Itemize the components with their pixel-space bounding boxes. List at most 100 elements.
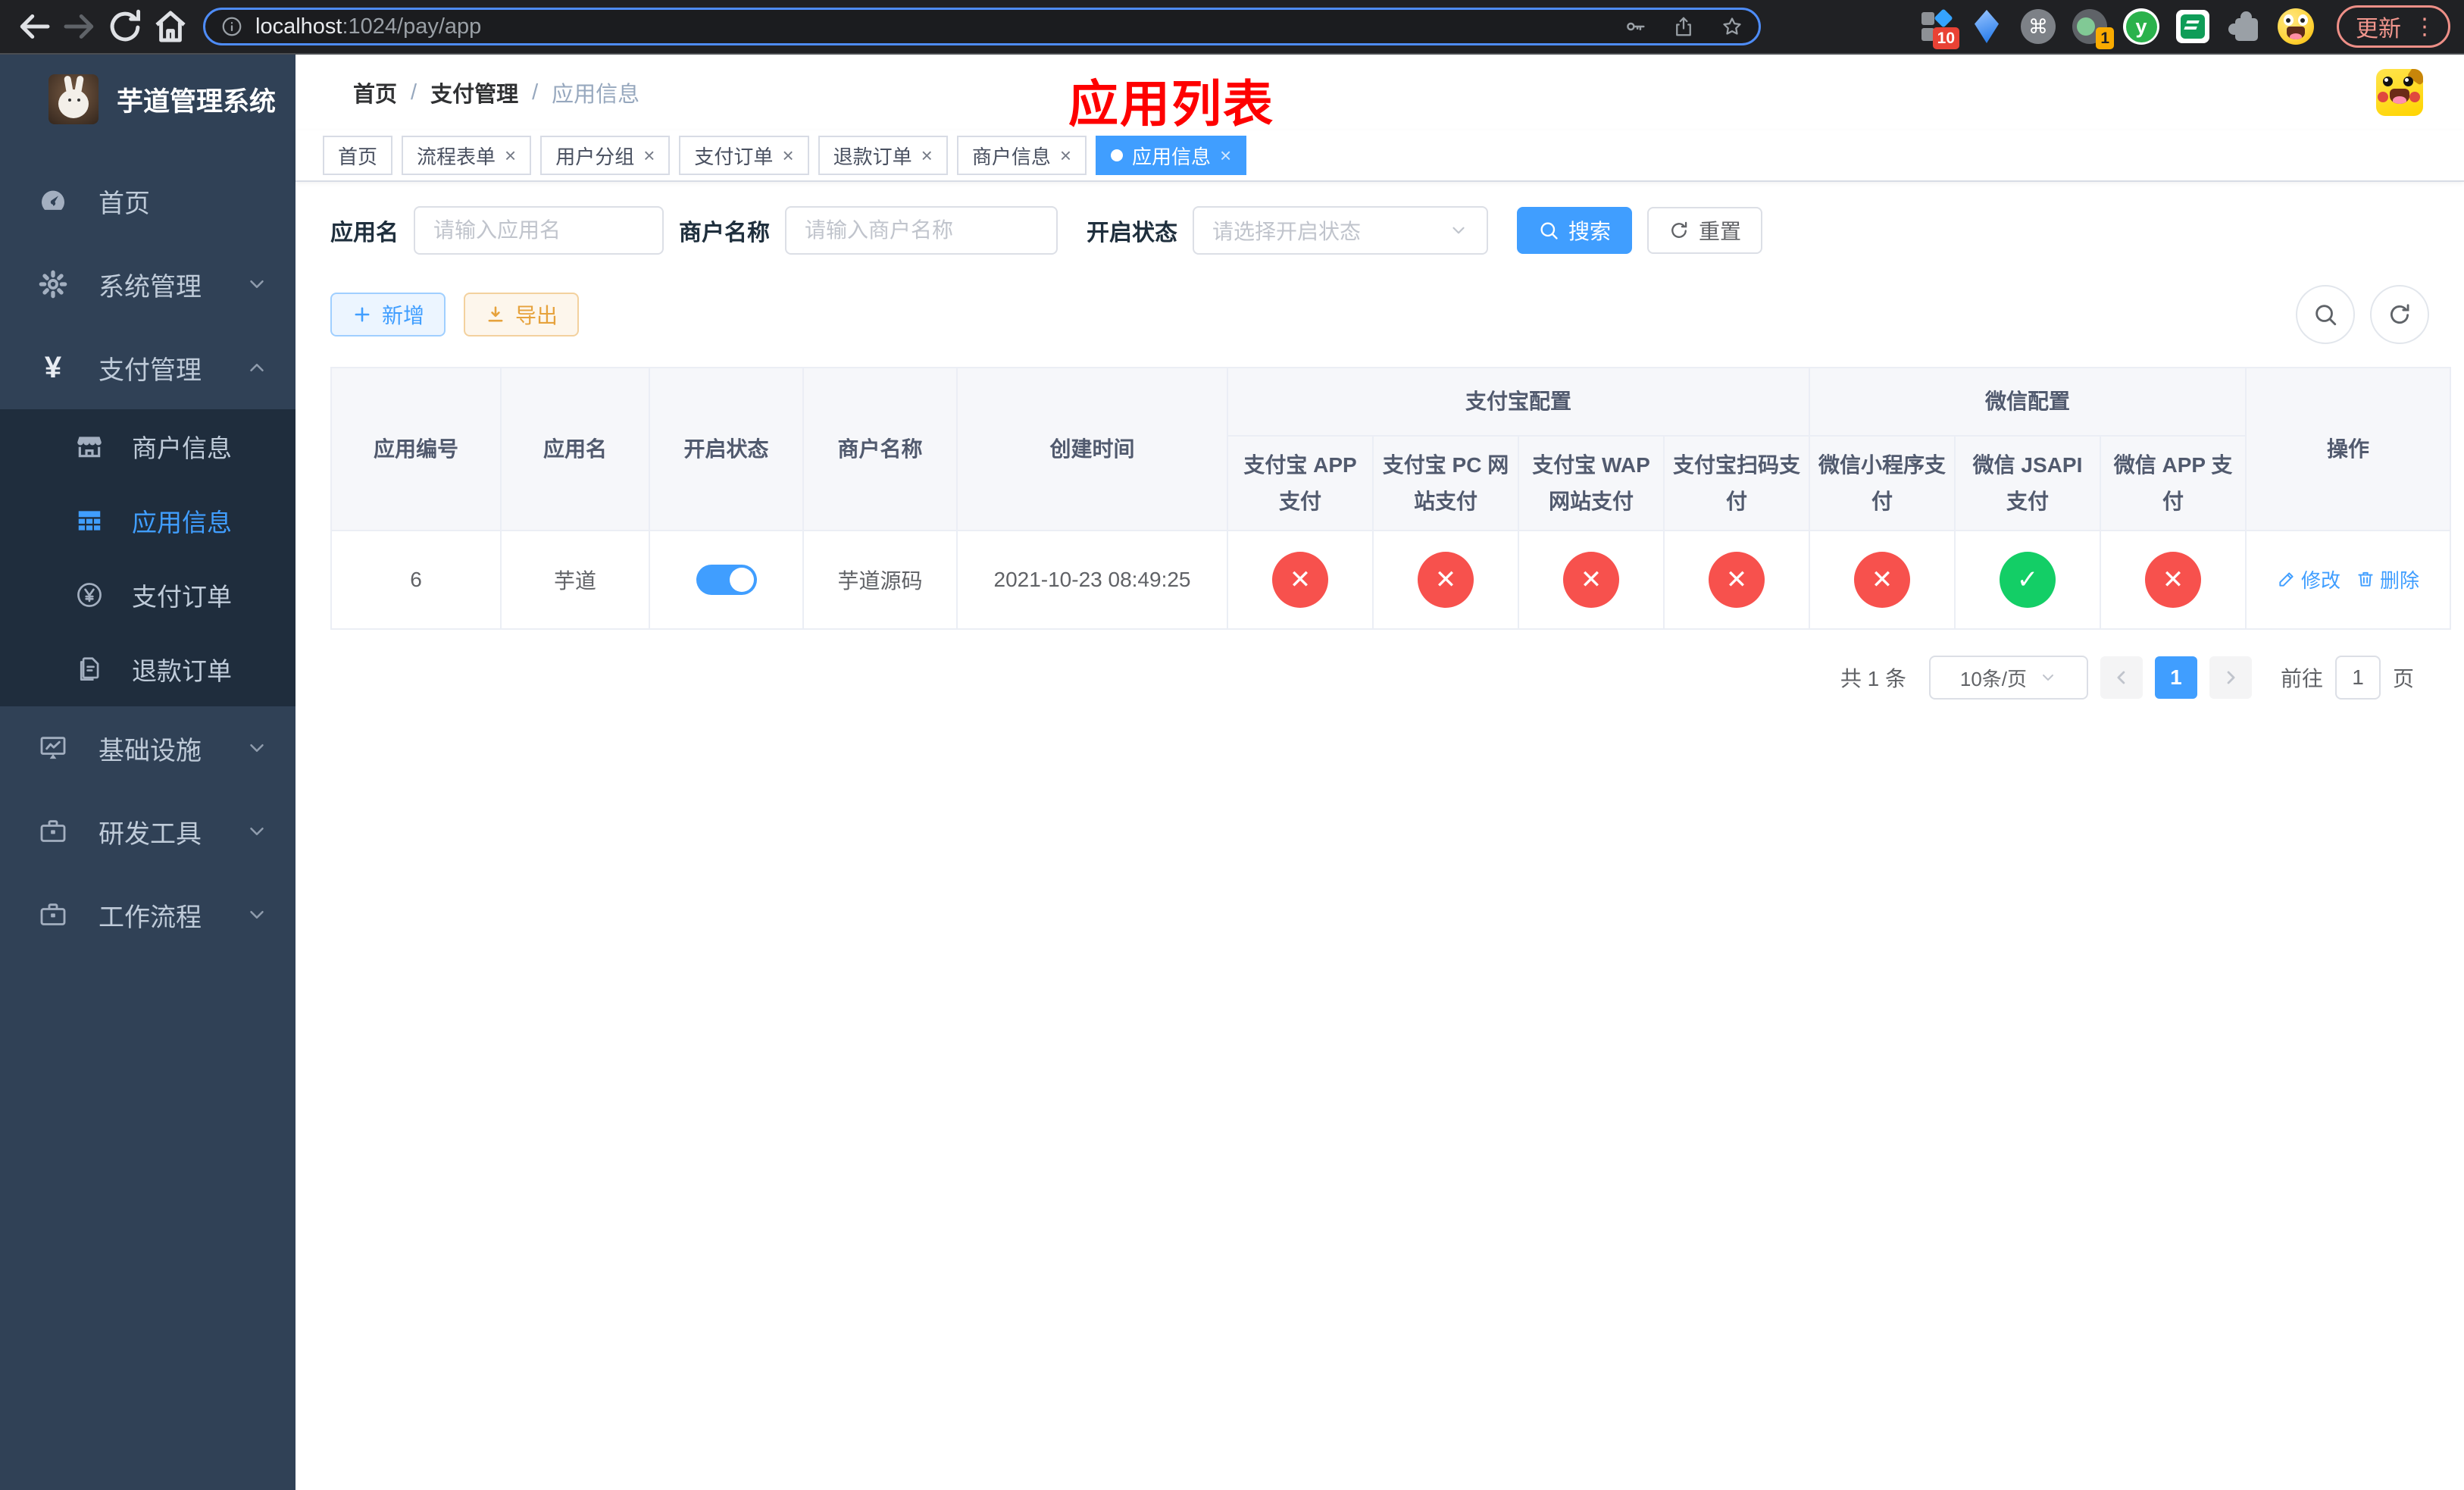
- chevron-right-icon: [2220, 667, 2241, 688]
- sidebar-item-退款订单[interactable]: 退款订单: [0, 632, 295, 706]
- app-name-input[interactable]: [414, 206, 664, 255]
- next-page-button[interactable]: [2209, 656, 2252, 699]
- tab-close-icon[interactable]: ×: [921, 146, 933, 165]
- decor: 芋道管理系统 首页 系统管理 ¥ 支付管理 商户信息 应用信息 支付订单 退款订单 基础设施 研发…: [0, 55, 2464, 1490]
- tab-流程表单[interactable]: 流程表单 ×: [402, 136, 532, 175]
- toggle-search-button[interactable]: [2296, 285, 2355, 344]
- home-icon[interactable]: [150, 6, 191, 47]
- tab-商户信息[interactable]: 商户信息 ×: [956, 136, 1087, 175]
- bookmark-star-icon[interactable]: [1721, 15, 1743, 38]
- decor: 搜索: [1568, 220, 1612, 243]
- tab-退款订单[interactable]: 退款订单 ×: [818, 136, 948, 175]
- extension-blocks-icon[interactable]: 10: [1917, 8, 1959, 49]
- share-icon[interactable]: [1672, 15, 1695, 38]
- extension-kite-icon[interactable]: [1968, 8, 2005, 45]
- merchant-name-input[interactable]: [785, 206, 1058, 255]
- search-button[interactable]: 搜索: [1517, 207, 1633, 254]
- sidebar-item-支付订单[interactable]: 支付订单: [0, 558, 295, 632]
- cell-status: ✕: [2100, 530, 2247, 630]
- tags-view-bar: 首页 流程表单 × 用户分组 × 支付订单 × 退款订单 × 商户信息 × 应用信息 ×: [295, 130, 2464, 182]
- password-key-icon[interactable]: [1624, 15, 1646, 38]
- forward-icon[interactable]: [59, 6, 100, 47]
- decor: [1921, 12, 1934, 25]
- tab-close-icon[interactable]: ×: [782, 146, 793, 165]
- site-info-icon[interactable]: [220, 15, 243, 38]
- reload-icon[interactable]: [105, 6, 145, 47]
- extension-yudao-icon[interactable]: y: [2123, 8, 2159, 45]
- breadcrumb: 首页 / 支付管理 / 应用信息: [353, 77, 639, 108]
- update-label: 更新: [2356, 17, 2401, 42]
- decor: [58, 89, 89, 118]
- tab-支付订单[interactable]: 支付订单 ×: [679, 136, 809, 175]
- update-button[interactable]: 更新 ⋮: [2337, 5, 2450, 48]
- sidebar-item-商户信息[interactable]: 商户信息: [0, 409, 295, 484]
- sidebar-item-基础设施[interactable]: 基础设施: [0, 706, 295, 790]
- decor: [2176, 10, 2209, 43]
- extension-badge: 1: [2096, 27, 2114, 49]
- sidebar-item-label: 商户信息: [132, 434, 232, 462]
- browser-menu-icon[interactable]: ⋮: [2413, 14, 2437, 40]
- app-logo[interactable]: 芋道管理系统: [0, 55, 295, 144]
- pagination: 共 1 条 10条/页 1 前往 页: [295, 630, 2464, 700]
- extension-command-icon[interactable]: ⌘: [2020, 8, 2056, 45]
- extension-emoji-icon[interactable]: [2278, 8, 2314, 45]
- breadcrumb-item[interactable]: 首页: [353, 77, 397, 108]
- page-size-select[interactable]: 10条/页: [1928, 656, 2088, 700]
- sidebar-menu: 首页 系统管理 ¥ 支付管理商户信息应用信息 支付订单 退款订单 基础设施 研发工具 工作流程: [0, 159, 295, 956]
- status-select-placeholder: 请选择开启状态: [1212, 220, 1362, 243]
- decor: [2228, 11, 2258, 41]
- header-actions: [2240, 69, 2437, 116]
- reset-button[interactable]: 重置: [1647, 207, 1763, 254]
- briefcase-icon: [36, 816, 70, 847]
- decor: 应用编号 应用名 开启状态 商户名称 创建时间 支付宝配置 微信配置 操作 支付宝 APP 支付…: [330, 367, 2452, 531]
- add-button[interactable]: 新增: [330, 293, 446, 337]
- delete-button[interactable]: 删除: [2356, 565, 2419, 593]
- column-header: 商户名称: [802, 367, 958, 531]
- sidebar: 芋道管理系统 首页 系统管理 ¥ 支付管理商户信息应用信息 支付订单 退款订单 基础设施 研发…: [0, 55, 295, 1490]
- breadcrumb-item[interactable]: 支付管理: [430, 77, 518, 108]
- refresh-table-button[interactable]: [2370, 285, 2429, 344]
- page-number-button[interactable]: 1: [2154, 656, 2197, 699]
- edit-button[interactable]: 修改: [2277, 565, 2340, 593]
- user-avatar[interactable]: [2376, 69, 2423, 116]
- export-button[interactable]: 导出: [464, 293, 580, 337]
- tab-首页[interactable]: 首页: [323, 136, 393, 175]
- url-bar[interactable]: localhost :1024/pay/app: [203, 8, 1761, 45]
- sidebar-item-工作流程[interactable]: 工作流程: [0, 873, 295, 956]
- tab-close-icon[interactable]: ×: [643, 146, 655, 165]
- sidebar-item-系统管理[interactable]: 系统管理: [0, 243, 295, 326]
- tab-close-icon[interactable]: ×: [505, 146, 516, 165]
- status-select[interactable]: 请选择开启状态: [1193, 206, 1488, 255]
- submenu-支付管理: 商户信息应用信息 支付订单 退款订单: [0, 409, 295, 706]
- x-circle-icon: ✕: [1854, 552, 1911, 608]
- goto-page-input[interactable]: [2334, 656, 2381, 700]
- decor: [2296, 285, 2429, 344]
- decor: 重置: [1699, 220, 1742, 243]
- prev-page-button[interactable]: [2100, 656, 2143, 699]
- tab-close-icon[interactable]: ×: [1220, 146, 1231, 165]
- extension-puzzle-icon[interactable]: [2226, 8, 2262, 45]
- sidebar-item-研发工具[interactable]: 研发工具: [0, 790, 295, 873]
- sidebar-item-支付管理[interactable]: ¥ 支付管理: [0, 326, 295, 409]
- extension-camera-icon[interactable]: 1: [2072, 8, 2114, 49]
- tab-用户分组[interactable]: 用户分组 ×: [540, 136, 671, 175]
- sidebar-item-首页[interactable]: 首页: [0, 159, 295, 243]
- tab-close-icon[interactable]: ×: [1060, 146, 1071, 165]
- page-size-value: 10条/页: [1959, 667, 2028, 690]
- chevron-down-icon: [245, 273, 268, 296]
- column-header: 微信 APP 支付: [2100, 435, 2247, 531]
- search-icon: [1538, 220, 1559, 241]
- tab-label: 用户分组: [555, 145, 635, 168]
- app-table: 应用编号 应用名 开启状态 商户名称 创建时间 支付宝配置 微信配置 操作 支付宝 APP 支付…: [330, 367, 2452, 630]
- column-header: 支付宝扫码支付: [1662, 435, 1811, 531]
- back-icon[interactable]: [14, 6, 55, 47]
- table-row: 6 芋道 芋道源码 2021-10-23 08:49:25 ✕ ✕ ✕ ✕ ✕ ✓ ✕ 修改 删除: [330, 530, 2452, 630]
- tab-应用信息[interactable]: 应用信息 ×: [1096, 136, 1247, 175]
- column-header: 支付宝 APP 支付: [1227, 435, 1374, 531]
- enabled-toggle[interactable]: [696, 565, 757, 595]
- sidebar-item-应用信息[interactable]: 应用信息: [0, 484, 295, 558]
- browser-toolbar: localhost :1024/pay/app 10 ⌘ 1 y 更新 ⋮: [0, 0, 2464, 55]
- status-label: 开启状态: [1087, 221, 1177, 246]
- content-header: 首页 / 支付管理 / 应用信息 应用列表: [295, 55, 2464, 132]
- extension-chat-icon[interactable]: [2175, 8, 2211, 45]
